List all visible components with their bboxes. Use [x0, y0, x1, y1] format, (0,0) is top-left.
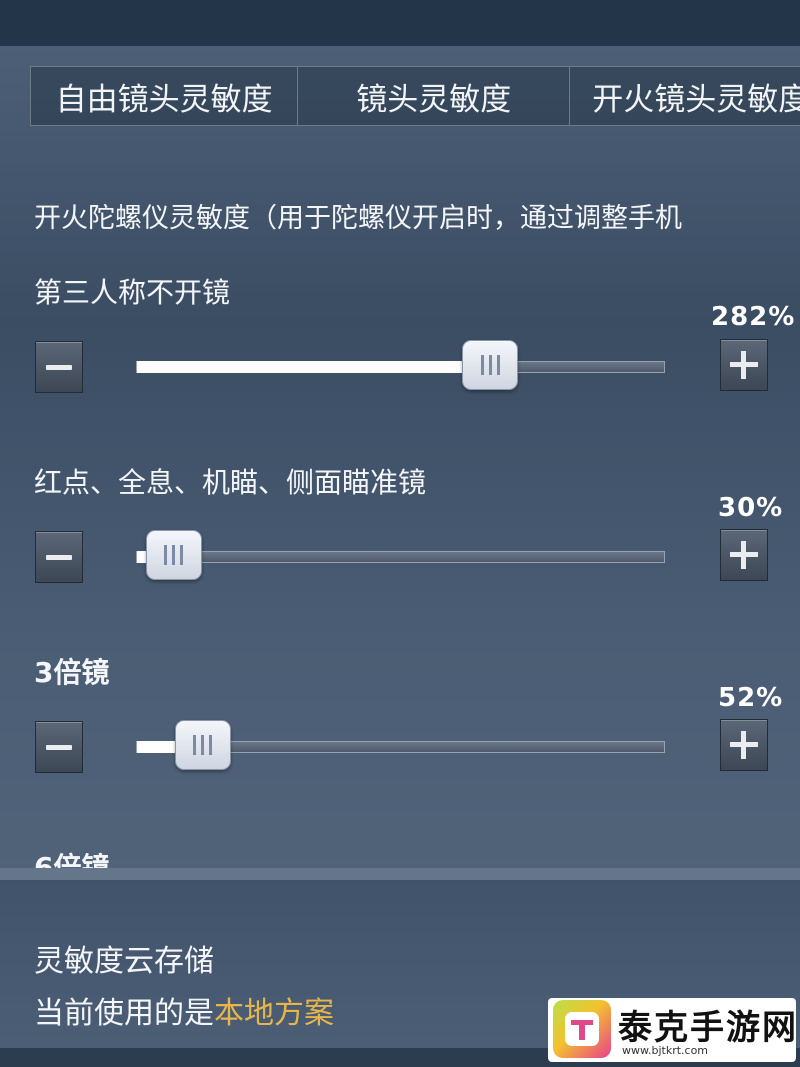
increase-button[interactable] — [720, 339, 768, 391]
watermark-logo-icon — [553, 1000, 611, 1058]
slider-fill — [137, 361, 491, 373]
slider-track-third-person[interactable] — [136, 340, 665, 390]
plus-icon — [730, 351, 758, 379]
tab-camera[interactable]: 镜头灵敏度 — [298, 67, 571, 125]
cloud-status-prefix: 当前使用的是 — [34, 996, 214, 1031]
slider-label-red-dot: 红点、全息、机瞄、侧面瞄准镜 — [34, 466, 427, 499]
tab-fire-camera[interactable]: 开火镜头灵敏度 — [570, 67, 800, 125]
decrease-button[interactable] — [35, 531, 83, 583]
cloud-storage-status: 当前使用的是本地方案 — [34, 988, 334, 1032]
increase-button[interactable] — [720, 529, 768, 581]
minus-icon — [46, 364, 72, 370]
decrease-button[interactable] — [35, 721, 83, 773]
minus-icon — [46, 744, 72, 750]
slider-thumb[interactable] — [462, 340, 519, 390]
slider-label-6x-scope: 6倍镜 — [34, 851, 110, 869]
cloud-storage-title: 灵敏度云存储 — [34, 944, 214, 979]
local-plan-link[interactable]: 本地方案 — [214, 996, 334, 1031]
section-description: 开火陀螺仪灵敏度（用于陀螺仪开启时，通过调整手机 — [34, 203, 682, 234]
slider-label-third-person: 第三人称不开镜 — [34, 276, 231, 309]
plus-icon — [730, 541, 758, 569]
slider-value-third-person: 282% — [711, 302, 796, 332]
slider-thumb[interactable] — [174, 720, 231, 770]
watermark-text: 泰克手游网 — [618, 1008, 798, 1048]
slider-label-3x-scope: 3倍镜 — [34, 656, 110, 689]
slider-thumb[interactable] — [145, 530, 202, 580]
minus-icon — [46, 554, 72, 560]
plus-icon — [730, 731, 758, 759]
top-bar — [0, 0, 800, 46]
slider-value-red-dot: 30% — [718, 493, 784, 523]
slider-track-red-dot[interactable] — [136, 530, 665, 580]
slider-track-3x-scope[interactable] — [136, 720, 665, 770]
slider-value-3x-scope: 52% — [718, 683, 784, 713]
tab-free-camera[interactable]: 自由镜头灵敏度 — [31, 67, 299, 125]
watermark-url: www.bjtkrt.com — [622, 1044, 709, 1057]
decrease-button[interactable] — [35, 341, 83, 393]
sensitivity-tabs: 自由镜头灵敏度 镜头灵敏度 开火镜头灵敏度 — [30, 66, 800, 126]
increase-button[interactable] — [720, 719, 768, 771]
